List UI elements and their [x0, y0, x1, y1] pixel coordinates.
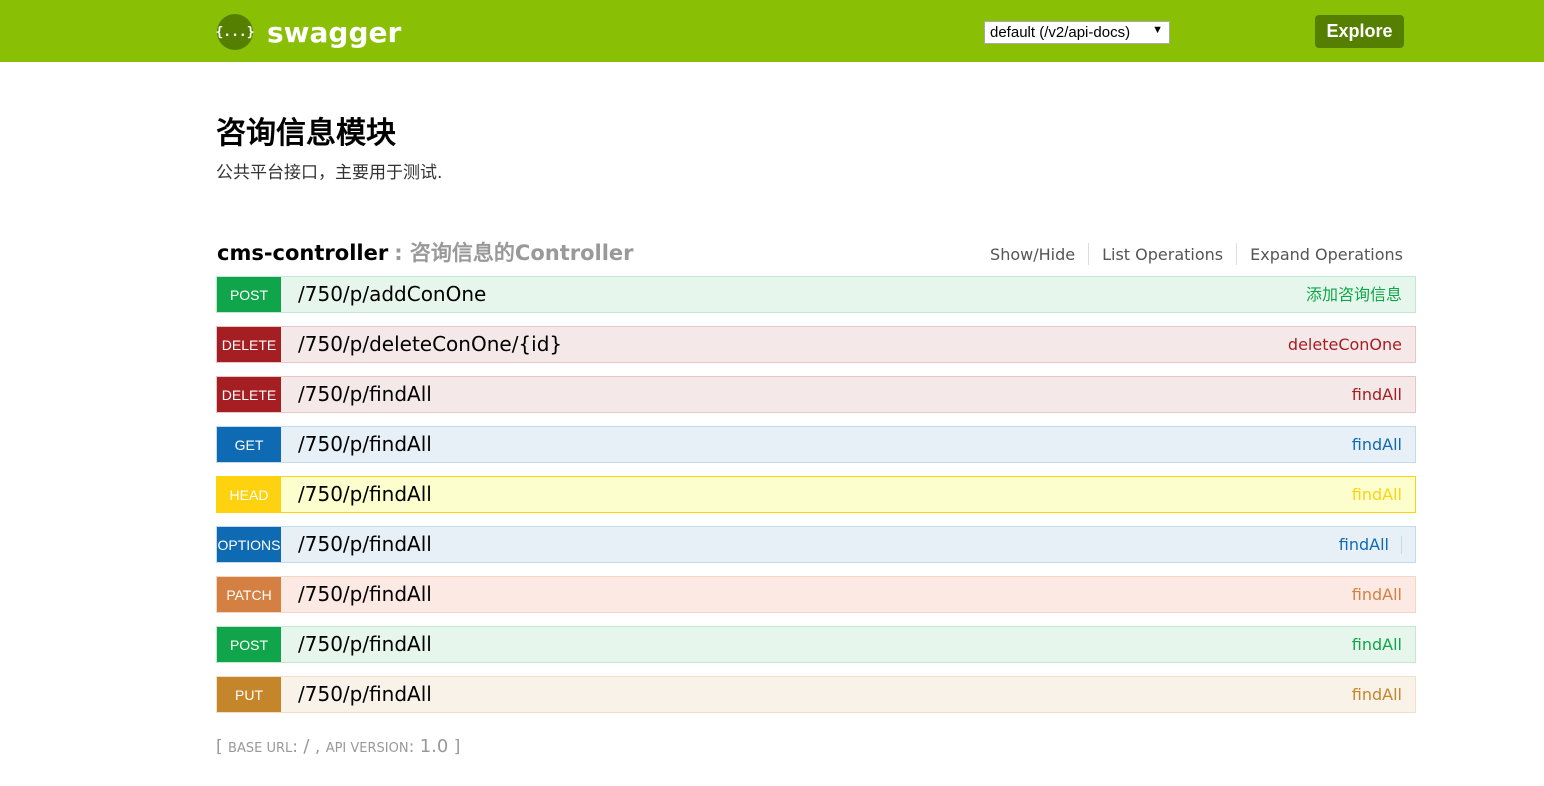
resource-options: Show/Hide List Operations Expand Operati…: [977, 243, 1403, 265]
api-version-value: 1.0: [419, 736, 449, 757]
operation-path[interactable]: /750/p/deleteConOne/{id}: [298, 327, 562, 362]
operation-row[interactable]: POST /750/p/findAll findAll: [216, 626, 1416, 663]
operation-path[interactable]: /750/p/findAll: [298, 577, 432, 612]
http-method-badge[interactable]: OPTIONS: [217, 527, 281, 562]
explore-button[interactable]: Explore: [1315, 15, 1404, 48]
operation-path[interactable]: /750/p/findAll: [298, 527, 432, 562]
header-bar: {...} swagger default (/v2/api-docs) ▼ E…: [0, 0, 1544, 62]
api-title: 咨询信息模块: [216, 116, 396, 151]
swagger-logo[interactable]: {...} swagger: [215, 14, 402, 50]
http-method-badge[interactable]: PUT: [217, 677, 281, 712]
operation-summary[interactable]: findAll: [1339, 527, 1389, 562]
summary-divider: [1401, 536, 1402, 554]
resource-separator: :: [394, 241, 403, 265]
operation-path[interactable]: /750/p/findAll: [298, 427, 432, 462]
footer-close-bracket: ]: [453, 737, 461, 757]
operation-path[interactable]: /750/p/addConOne: [298, 277, 486, 312]
base-url-value: /: [303, 736, 310, 757]
api-spec-select[interactable]: default (/v2/api-docs) ▼: [984, 21, 1170, 44]
api-description: 公共平台接口，主要用于测试.: [216, 163, 443, 183]
operation-summary[interactable]: deleteConOne: [1288, 327, 1402, 362]
operation-row[interactable]: DELETE /750/p/findAll findAll: [216, 376, 1416, 413]
http-method-badge[interactable]: DELETE: [217, 327, 281, 362]
http-method-badge[interactable]: POST: [217, 277, 281, 312]
swagger-logo-text: swagger: [267, 15, 402, 49]
list-operations-link[interactable]: List Operations: [1089, 245, 1236, 264]
show-hide-link[interactable]: Show/Hide: [977, 245, 1088, 264]
http-method-badge[interactable]: PATCH: [217, 577, 281, 612]
operation-row[interactable]: GET /750/p/findAll findAll: [216, 426, 1416, 463]
operation-row[interactable]: PATCH /750/p/findAll findAll: [216, 576, 1416, 613]
operation-path[interactable]: /750/p/findAll: [298, 377, 432, 412]
swagger-logo-icon: {...}: [215, 14, 255, 50]
operation-path[interactable]: /750/p/findAll: [298, 677, 432, 712]
swagger-logo-glyph: {...}: [215, 24, 255, 40]
operation-row[interactable]: DELETE /750/p/deleteConOne/{id} deleteCo…: [216, 326, 1416, 363]
operation-summary[interactable]: 添加咨询信息: [1306, 277, 1402, 312]
resource-description: : 咨询信息的Controller: [394, 237, 633, 267]
operation-summary[interactable]: findAll: [1352, 427, 1402, 462]
resource-name-link[interactable]: cms-controller: [217, 241, 388, 265]
operation-path[interactable]: /750/p/findAll: [298, 477, 432, 512]
base-url-label: BASE URL: [228, 741, 293, 756]
operation-summary[interactable]: findAll: [1352, 477, 1402, 512]
operation-summary[interactable]: findAll: [1352, 577, 1402, 612]
api-footer: [ BASE URL: / , API VERSION: 1.0 ]: [216, 736, 461, 757]
operation-summary[interactable]: findAll: [1352, 377, 1402, 412]
http-method-badge[interactable]: HEAD: [217, 477, 281, 512]
footer-open-bracket: [: [216, 737, 223, 757]
http-method-badge[interactable]: GET: [217, 427, 281, 462]
operation-summary[interactable]: findAll: [1352, 627, 1402, 662]
api-spec-select-value: default (/v2/api-docs): [990, 24, 1131, 41]
http-method-badge[interactable]: POST: [217, 627, 281, 662]
resource-heading: cms-controller : 咨询信息的Controller: [217, 237, 634, 267]
operation-row[interactable]: POST /750/p/addConOne 添加咨询信息: [216, 276, 1416, 313]
operation-row[interactable]: PUT /750/p/findAll findAll: [216, 676, 1416, 713]
operation-row[interactable]: HEAD /750/p/findAll findAll: [216, 476, 1416, 513]
expand-operations-link[interactable]: Expand Operations: [1237, 245, 1403, 264]
resource-description-text: 咨询信息的Controller: [409, 241, 634, 265]
operation-row[interactable]: OPTIONS /750/p/findAll findAll: [216, 526, 1416, 563]
http-method-badge[interactable]: DELETE: [217, 377, 281, 412]
dropdown-arrow-icon: ▼: [1152, 24, 1163, 36]
api-version-label: API VERSION: [325, 741, 409, 756]
operations-list: POST /750/p/addConOne 添加咨询信息 DELETE /750…: [216, 276, 1416, 726]
operation-path[interactable]: /750/p/findAll: [298, 627, 432, 662]
operation-summary[interactable]: findAll: [1352, 677, 1402, 712]
